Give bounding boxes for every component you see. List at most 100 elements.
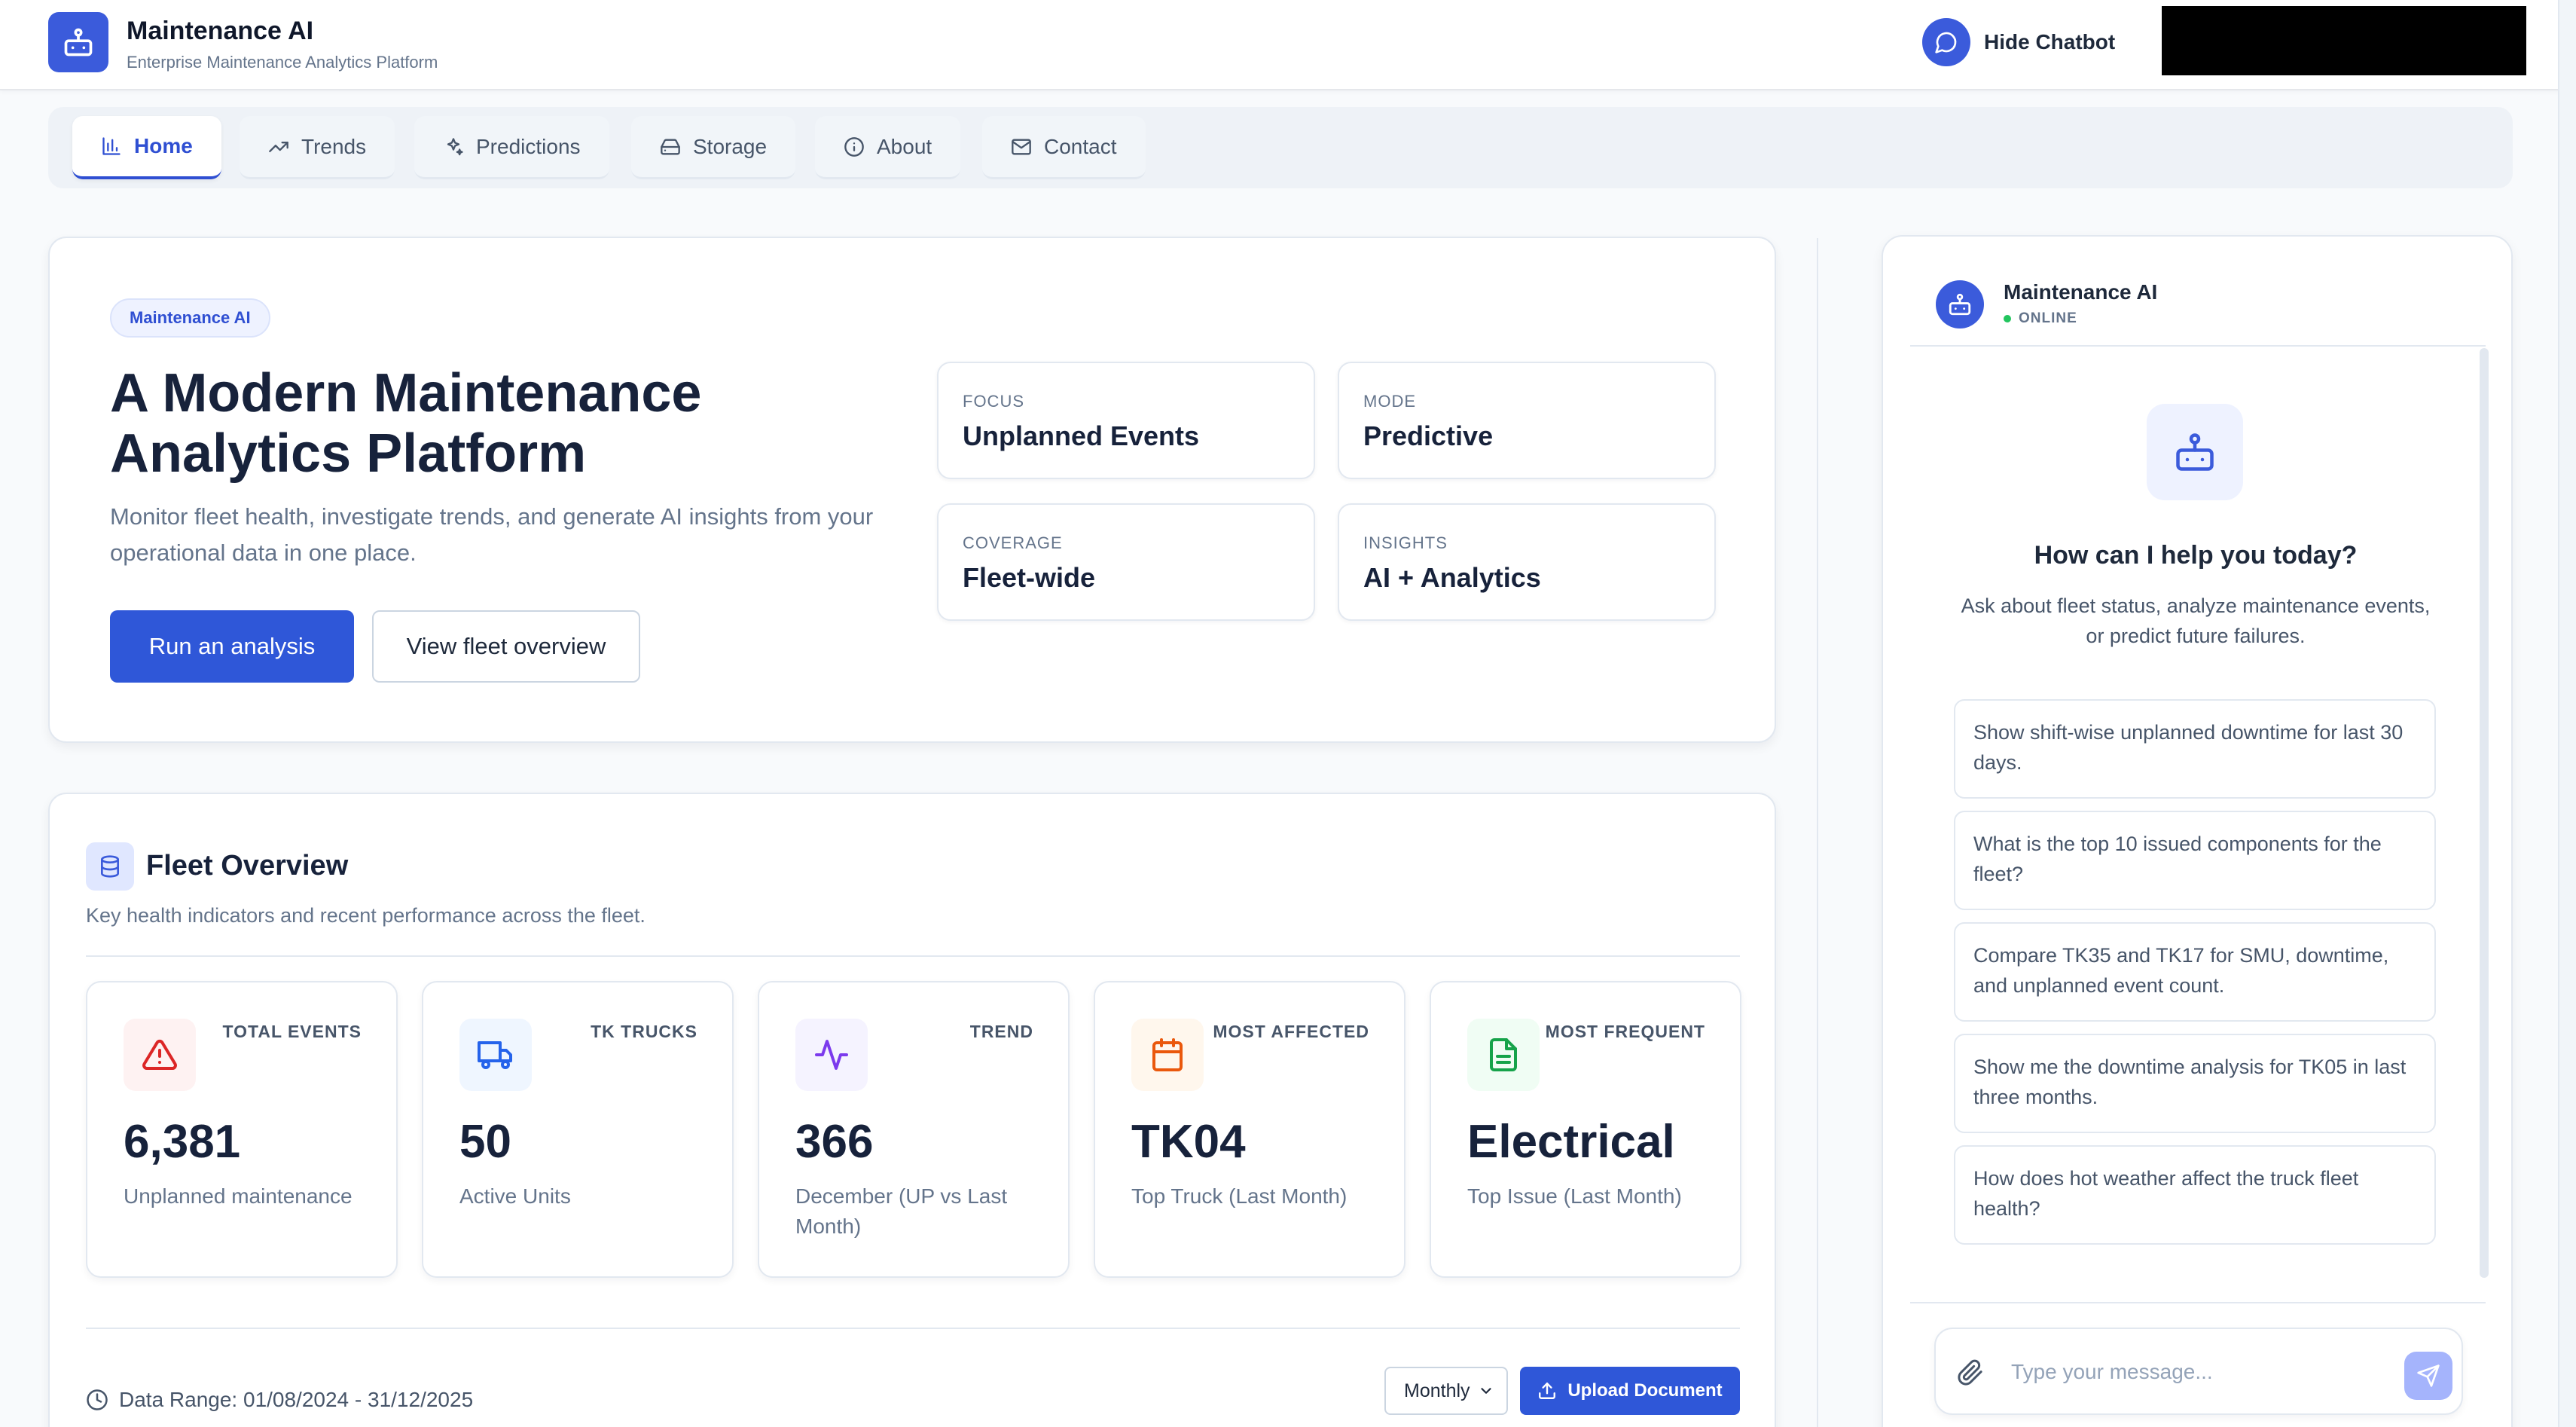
view-fleet-overview-button[interactable]: View fleet overview: [372, 610, 640, 683]
hero-card: Maintenance AI A Modern Maintenance Anal…: [48, 237, 1776, 743]
sparkles-icon: [443, 136, 464, 157]
tab-home[interactable]: Home: [72, 116, 221, 179]
status-text: ONLINE: [2019, 310, 2077, 326]
fleet-overview-subtitle: Key health indicators and recent perform…: [86, 904, 646, 927]
metric-description: Active Units: [459, 1184, 571, 1208]
app-title: Maintenance AI: [127, 17, 314, 45]
tab-predictions[interactable]: Predictions: [414, 116, 609, 179]
stat-mode: MODE Predictive: [1338, 362, 1716, 479]
hero-description: Monitor fleet health, investigate trends…: [110, 503, 874, 566]
hide-chatbot-button[interactable]: Hide Chatbot: [1922, 17, 2115, 68]
robot-icon: [1936, 280, 1984, 328]
metric-label: MOST FREQUENT: [1545, 1022, 1705, 1041]
metric-label: TK TRUCKS: [591, 1022, 697, 1041]
upload-icon: [1537, 1381, 1557, 1401]
chat-intro: Ask about fleet status, analyze maintena…: [1961, 594, 2431, 647]
file-text-icon: [1467, 1019, 1540, 1091]
bar-chart-icon: [101, 136, 122, 157]
data-range: Data Range: 01/08/2024 - 31/12/2025: [86, 1388, 473, 1412]
upload-label: Upload Document: [1567, 1380, 1723, 1401]
info-icon: [844, 136, 865, 157]
tab-trends[interactable]: Trends: [240, 116, 395, 179]
main-nav: Home Trends Predictions Storage About Co…: [48, 107, 2513, 188]
metric-label: MOST AFFECTED: [1213, 1022, 1369, 1041]
stat-focus: FOCUS Unplanned Events: [937, 362, 1315, 479]
period-select-value: Monthly: [1404, 1380, 1470, 1401]
chat-scrollbar[interactable]: [2480, 348, 2489, 1278]
hero-title: A Modern Maintenance Analytics Platform: [110, 363, 702, 484]
metric-value: 366: [795, 1116, 874, 1168]
metric-most-frequent: MOST FREQUENT Electrical Top Issue (Last…: [1430, 981, 1741, 1278]
mail-icon: [1011, 136, 1032, 157]
metric-label: TREND: [969, 1022, 1033, 1041]
app-subtitle: Enterprise Maintenance Analytics Platfor…: [127, 53, 438, 72]
alert-triangle-icon: [124, 1019, 196, 1091]
fleet-overview-card: Fleet Overview Key health indicators and…: [48, 793, 1776, 1427]
top-header: Maintenance AI Enterprise Maintenance An…: [0, 0, 2576, 90]
message-circle-icon: [1922, 18, 1970, 66]
metric-description: December (UP vs Last Month): [795, 1184, 1008, 1238]
robot-icon: [48, 12, 108, 72]
divider: [1910, 345, 2486, 347]
tab-storage[interactable]: Storage: [631, 116, 796, 179]
chatbot-panel: Maintenance AI ONLINE How can I help you…: [1882, 235, 2513, 1427]
metric-trend: TREND 366 December (UP vs Last Month): [758, 981, 1070, 1278]
chat-input-box: [1934, 1328, 2463, 1415]
database-icon: [86, 842, 134, 891]
suggestion-item[interactable]: How does hot weather affect the truck fl…: [1954, 1145, 2436, 1245]
metric-value: Electrical: [1467, 1116, 1675, 1168]
stat-value: Unplanned Events: [963, 420, 1200, 451]
tab-label: Predictions: [476, 134, 581, 158]
chatbot-status: ONLINE: [2004, 310, 2077, 327]
stat-insights: INSIGHTS AI + Analytics: [1338, 503, 1716, 621]
truck-icon: [459, 1019, 532, 1091]
divider: [1910, 1302, 2486, 1303]
chatbot-name: Maintenance AI: [2004, 280, 2158, 304]
send-icon: [2416, 1364, 2440, 1388]
stat-key: MODE: [1363, 392, 1416, 411]
data-range-text: Data Range: 01/08/2024 - 31/12/2025: [119, 1388, 474, 1411]
suggestion-item[interactable]: Show shift-wise unplanned downtime for l…: [1954, 699, 2436, 799]
page-scrollbar[interactable]: [2558, 0, 2576, 1427]
tab-label: About: [877, 134, 932, 158]
suggestion-item[interactable]: What is the top 10 issued components for…: [1954, 811, 2436, 910]
fleet-overview-title: Fleet Overview: [146, 850, 349, 882]
send-button[interactable]: [2404, 1352, 2452, 1400]
metric-description: Top Truck (Last Month): [1131, 1184, 1348, 1208]
metric-tk-trucks: TK TRUCKS 50 Active Units: [422, 981, 734, 1278]
stat-key: FOCUS: [963, 392, 1024, 411]
upload-document-button[interactable]: Upload Document: [1520, 1367, 1740, 1415]
divider: [86, 955, 1740, 957]
metric-most-affected: MOST AFFECTED TK04 Top Truck (Last Month…: [1094, 981, 1406, 1278]
stat-key: COVERAGE: [963, 533, 1063, 552]
tab-about[interactable]: About: [815, 116, 961, 179]
suggestion-item[interactable]: Show me the downtime analysis for TK05 i…: [1954, 1034, 2436, 1133]
stat-value: AI + Analytics: [1363, 562, 1541, 593]
period-select[interactable]: Monthly: [1384, 1367, 1508, 1415]
divider: [86, 1328, 1740, 1329]
hide-chatbot-label: Hide Chatbot: [1984, 30, 2116, 53]
tab-contact[interactable]: Contact: [982, 116, 1146, 179]
tab-label: Trends: [301, 134, 367, 158]
stat-coverage: COVERAGE Fleet-wide: [937, 503, 1315, 621]
redacted-area: [2162, 6, 2526, 75]
metric-description: Top Issue (Last Month): [1467, 1184, 1682, 1208]
online-dot: [2004, 315, 2011, 322]
stat-value: Predictive: [1363, 420, 1494, 451]
metric-total-events: TOTAL EVENTS 6,381 Unplanned maintenance: [86, 981, 398, 1278]
tab-label: Contact: [1044, 134, 1117, 158]
chat-message-input[interactable]: [2011, 1352, 2373, 1392]
metric-value: 50: [459, 1116, 511, 1168]
stat-key: INSIGHTS: [1363, 533, 1448, 552]
paperclip-icon[interactable]: [1957, 1359, 1984, 1386]
chevron-down-icon: [1478, 1383, 1494, 1399]
run-analysis-button[interactable]: Run an analysis: [110, 610, 354, 683]
trending-up-icon: [268, 136, 289, 157]
metric-description: Unplanned maintenance: [124, 1184, 353, 1208]
metric-value: TK04: [1131, 1116, 1246, 1168]
hero-badge: Maintenance AI: [110, 298, 270, 338]
suggestion-item[interactable]: Compare TK35 and TK17 for SMU, downtime,…: [1954, 922, 2436, 1022]
hard-drive-icon: [660, 136, 681, 157]
calendar-icon: [1131, 1019, 1204, 1091]
activity-icon: [795, 1019, 868, 1091]
